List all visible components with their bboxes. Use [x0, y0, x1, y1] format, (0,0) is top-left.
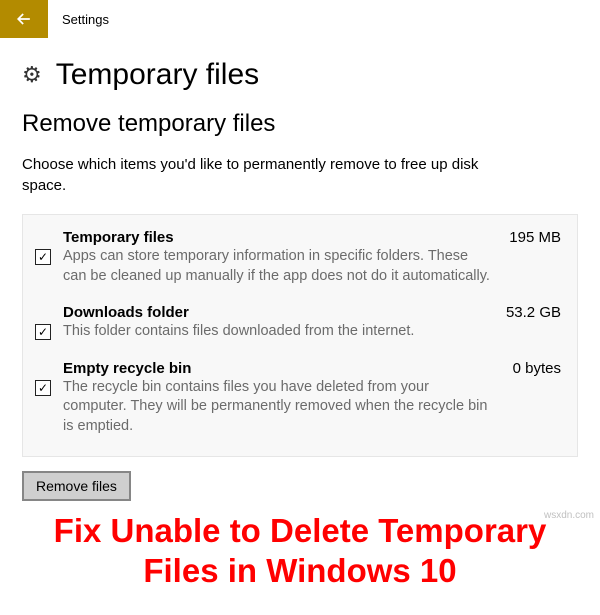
checkbox-temporary-files[interactable]: ✓ — [35, 249, 51, 265]
item-title: Temporary files — [63, 229, 174, 246]
item-head: Downloads folder 53.2 GB — [63, 304, 561, 321]
overlay-caption: Fix Unable to Delete Temporary Files in … — [0, 501, 600, 590]
remove-files-button[interactable]: Remove files — [22, 471, 131, 501]
item-description: The recycle bin contains files you have … — [63, 378, 493, 437]
item-title: Empty recycle bin — [63, 360, 191, 377]
title-bar: Settings — [0, 0, 600, 38]
page-header: ⚙ Temporary files — [0, 38, 600, 110]
section-title: Remove temporary files — [22, 110, 578, 138]
gear-icon: ⚙ — [22, 62, 42, 88]
watermark: wsxdn.com — [544, 510, 594, 521]
item-head: Temporary files 195 MB — [63, 229, 561, 246]
item-size: 53.2 GB — [496, 304, 561, 321]
app-title: Settings — [48, 0, 109, 38]
section-description: Choose which items you'd like to permane… — [22, 154, 512, 196]
item-title: Downloads folder — [63, 304, 189, 321]
item-head: Empty recycle bin 0 bytes — [63, 360, 561, 377]
page-title: Temporary files — [56, 58, 259, 92]
item-size: 195 MB — [499, 229, 561, 246]
item-body: Empty recycle bin 0 bytes The recycle bi… — [63, 360, 561, 437]
item-description: This folder contains files downloaded fr… — [63, 322, 493, 342]
item-description: Apps can store temporary information in … — [63, 247, 493, 286]
checkbox-empty-recycle-bin[interactable]: ✓ — [35, 380, 51, 396]
item-body: Downloads folder 53.2 GB This folder con… — [63, 304, 561, 342]
item-size: 0 bytes — [503, 360, 561, 377]
item-temporary-files: ✓ Temporary files 195 MB Apps can store … — [33, 221, 563, 296]
checkbox-downloads-folder[interactable]: ✓ — [35, 324, 51, 340]
item-empty-recycle-bin: ✓ Empty recycle bin 0 bytes The recycle … — [33, 352, 563, 447]
content-area: Remove temporary files Choose which item… — [0, 110, 600, 501]
items-panel: ✓ Temporary files 195 MB Apps can store … — [22, 214, 578, 457]
item-downloads-folder: ✓ Downloads folder 53.2 GB This folder c… — [33, 296, 563, 352]
item-body: Temporary files 195 MB Apps can store te… — [63, 229, 561, 286]
back-button[interactable] — [0, 0, 48, 38]
back-arrow-icon — [14, 9, 34, 29]
